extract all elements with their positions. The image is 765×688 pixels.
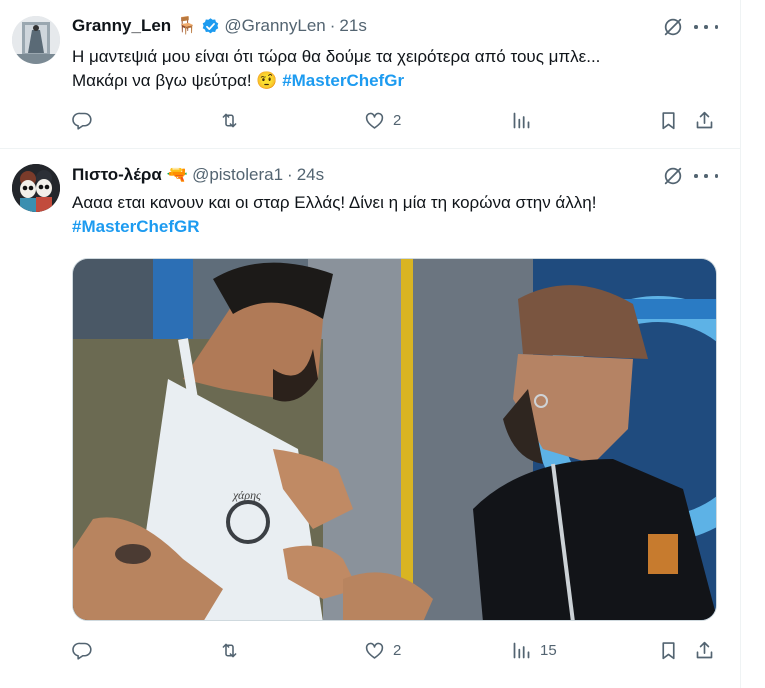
tweet-text-line-2: Μακάρι να βγω ψεύτρα! 🤨 #MasterChefGr bbox=[72, 69, 404, 93]
separator: · bbox=[329, 16, 336, 35]
tweet-header: Granny_Len 🪑 @GrannyLen · 21s bbox=[72, 15, 367, 37]
tweet-header: Πιστο-λέρα 🔫 @pistolera1 · 24s bbox=[72, 164, 324, 186]
reply-icon bbox=[72, 112, 92, 130]
tweet-text: Μακάρι να βγω ψεύτρα! bbox=[72, 71, 252, 90]
bookmark-icon bbox=[662, 111, 675, 129]
like-button[interactable]: 2 bbox=[364, 638, 401, 662]
tweet-text-line-1: Αααα εται κανουν και οι σταρ Ελλάς! Δίνε… bbox=[72, 193, 597, 212]
action-bar: 2 bbox=[72, 108, 722, 132]
retweet-icon bbox=[222, 113, 237, 127]
share-button[interactable] bbox=[694, 108, 715, 132]
views-count: 15 bbox=[540, 641, 557, 659]
retweet-icon bbox=[222, 643, 237, 657]
timestamp[interactable]: 24s bbox=[297, 165, 324, 185]
reply-button[interactable] bbox=[72, 638, 101, 662]
reply-icon bbox=[72, 642, 92, 660]
tweet[interactable]: Πιστο-λέρα 🔫 @pistolera1 · 24s Αααα εται… bbox=[0, 149, 740, 688]
heart-icon bbox=[365, 112, 384, 129]
more-options-icon[interactable] bbox=[694, 165, 718, 187]
views-icon bbox=[513, 112, 530, 128]
views-icon bbox=[513, 642, 530, 658]
handle[interactable]: @pistolera1 bbox=[192, 165, 283, 185]
verified-badge-icon[interactable] bbox=[201, 17, 220, 36]
like-button[interactable]: 2 bbox=[364, 108, 401, 132]
handle[interactable]: @GrannyLen bbox=[224, 16, 325, 36]
hashtag-link[interactable]: #MasterChefGr bbox=[282, 71, 404, 90]
like-count: 2 bbox=[393, 641, 402, 659]
retweet-button[interactable] bbox=[219, 638, 248, 662]
name-emoji: 🪑 bbox=[176, 16, 198, 35]
retweet-button[interactable] bbox=[219, 108, 248, 132]
display-name[interactable]: Πιστο-λέρα bbox=[72, 165, 162, 185]
share-button[interactable] bbox=[694, 638, 715, 662]
reply-button[interactable] bbox=[72, 108, 101, 132]
views-button[interactable] bbox=[511, 108, 540, 132]
hashtag-link[interactable]: #MasterChefGR bbox=[72, 217, 200, 236]
share-icon bbox=[696, 641, 713, 658]
name-emoji: 🔫 bbox=[166, 165, 189, 184]
avatar[interactable] bbox=[12, 164, 60, 212]
more-options-icon[interactable] bbox=[694, 16, 718, 38]
text-emoji: 🤨 bbox=[256, 71, 278, 90]
tweet[interactable]: Granny_Len 🪑 @GrannyLen · 21s Η μαντεψιά… bbox=[0, 0, 740, 148]
like-count: 2 bbox=[393, 111, 402, 129]
views-button[interactable]: 15 bbox=[511, 638, 557, 662]
bookmark-icon bbox=[662, 641, 675, 659]
heart-icon bbox=[365, 642, 384, 659]
grok-icon[interactable] bbox=[662, 16, 684, 38]
tweet-text-line-1: Η μαντεψιά μου είναι ότι τώρα θα δούμε τ… bbox=[72, 47, 601, 66]
timestamp[interactable]: 21s bbox=[339, 16, 366, 36]
bookmark-button[interactable] bbox=[658, 638, 679, 662]
avatar[interactable] bbox=[12, 16, 60, 64]
timeline-border bbox=[740, 0, 741, 688]
tweet-text-line-2: #MasterChefGR bbox=[72, 215, 200, 239]
separator: · bbox=[287, 165, 293, 184]
display-name[interactable]: Granny_Len bbox=[72, 16, 171, 36]
apron-name-text: χάρης bbox=[232, 488, 261, 502]
grok-icon[interactable] bbox=[662, 165, 684, 187]
action-bar: 2 15 bbox=[72, 638, 722, 662]
tweet-media-image[interactable]: χάρης bbox=[72, 258, 717, 621]
bookmark-button[interactable] bbox=[658, 108, 679, 132]
share-icon bbox=[696, 111, 713, 128]
